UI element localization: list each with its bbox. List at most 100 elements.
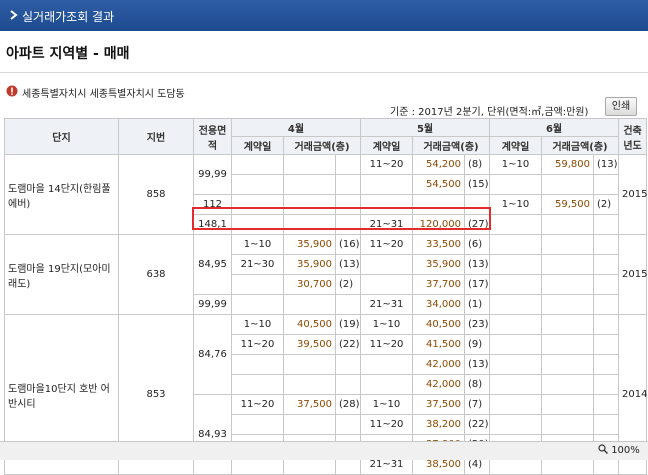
header-contract-day: 계약일 bbox=[360, 136, 414, 155]
june-day-cell: 1~10 bbox=[489, 194, 543, 215]
june-amount-cell bbox=[541, 394, 595, 415]
june-floor-cell bbox=[593, 174, 620, 195]
april-floor-cell: (13) bbox=[334, 254, 362, 275]
may-day-cell bbox=[360, 374, 414, 395]
june-floor-cell bbox=[593, 394, 620, 415]
header-amount: 거래금액(층) bbox=[412, 136, 491, 155]
april-amount-cell bbox=[283, 174, 336, 195]
june-amount-cell bbox=[541, 334, 595, 355]
header-lot: 지번 bbox=[118, 118, 194, 155]
may-amount-cell: 37,700 bbox=[412, 274, 466, 295]
may-amount-cell: 38,200 bbox=[412, 414, 466, 435]
window-titlebar: 실거래가조회 결과 bbox=[0, 0, 648, 31]
april-floor-cell: (22) bbox=[334, 334, 362, 355]
complex-name-cell: 도램마을 19단지(모아미래도) bbox=[4, 234, 119, 315]
april-amount-cell: 30,700 bbox=[283, 274, 336, 295]
june-amount-cell bbox=[541, 294, 595, 315]
april-day-cell bbox=[231, 154, 284, 175]
june-floor-cell bbox=[593, 294, 620, 315]
april-amount-cell: 35,900 bbox=[283, 234, 336, 255]
june-amount-cell bbox=[541, 314, 595, 335]
april-day-cell bbox=[231, 374, 284, 395]
april-day-cell bbox=[231, 414, 284, 435]
may-day-cell bbox=[360, 174, 414, 195]
may-day-cell: 11~20 bbox=[360, 234, 414, 255]
april-day-cell: 11~20 bbox=[231, 334, 284, 355]
june-day-cell bbox=[489, 174, 543, 195]
status-bar: 100% bbox=[0, 441, 648, 460]
may-amount-cell: 40,500 bbox=[412, 314, 466, 335]
june-amount-cell: 59,500 bbox=[541, 194, 595, 215]
april-day-cell bbox=[231, 354, 284, 375]
june-floor-cell bbox=[593, 214, 620, 235]
may-floor-cell: (17) bbox=[464, 274, 491, 295]
may-day-cell: 21~31 bbox=[360, 294, 414, 315]
may-floor-cell: (22) bbox=[464, 414, 491, 435]
may-floor-cell: (23) bbox=[464, 314, 491, 335]
zoom-control[interactable]: 100% bbox=[598, 444, 640, 456]
april-amount-cell bbox=[283, 414, 336, 435]
header-amount: 거래금액(층) bbox=[541, 136, 620, 155]
info-icon bbox=[6, 85, 18, 97]
april-amount-cell bbox=[283, 374, 336, 395]
area-cell: 99,99 bbox=[193, 154, 232, 195]
table-body: 도램마을 14단지(한림풀에버) 858 99,99 11~20 54,200 (8) 1~… bbox=[4, 154, 648, 475]
june-amount-cell bbox=[541, 214, 595, 235]
may-floor-cell: (9) bbox=[464, 334, 491, 355]
april-day-cell: 21~30 bbox=[231, 254, 284, 275]
may-day-cell: 11~20 bbox=[360, 334, 414, 355]
page-title: 아파트 지역별 - 매매 bbox=[6, 46, 130, 62]
criteria-text: 기준 : 2017년 2분기, 단위(면적:㎡,금액:만원) bbox=[390, 107, 589, 118]
april-amount-cell: 39,500 bbox=[283, 334, 336, 355]
print-button[interactable]: 인쇄 bbox=[605, 97, 637, 116]
transaction-table: 단지 지번 전용면적 4월 5월 6월 건축년도 계약일 거래금액(층) 계약일… bbox=[4, 118, 648, 475]
june-floor-cell bbox=[593, 374, 620, 395]
may-amount-cell: 54,500 bbox=[412, 174, 466, 195]
june-floor-cell: (2) bbox=[593, 194, 620, 215]
built-year-cell: 2015 bbox=[618, 234, 648, 315]
april-amount-cell: 40,500 bbox=[283, 314, 336, 335]
table-row: 도램마을 19단지(모아미래도) 638 84,95 1~10 35,900 (16) 11… bbox=[4, 234, 648, 315]
may-amount-cell: 42,000 bbox=[412, 374, 466, 395]
april-day-cell bbox=[231, 174, 284, 195]
june-day-cell bbox=[489, 254, 543, 275]
april-floor-cell bbox=[334, 174, 362, 195]
may-amount-cell: 37,500 bbox=[412, 394, 466, 415]
complex-name-cell: 도램마을 14단지(한림풀에버) bbox=[4, 154, 119, 235]
area-cell: 84,95 bbox=[193, 234, 232, 295]
april-day-cell bbox=[231, 274, 284, 295]
june-day-cell bbox=[489, 214, 543, 235]
region-info: 세종특별자치시 세종특별자치시 도담동 bbox=[6, 85, 306, 100]
june-amount-cell bbox=[541, 174, 595, 195]
june-floor-cell: (13) bbox=[593, 154, 620, 175]
table-row: 도램마을10단지 호반 어반시티 853 84,76 1~10 40,500 (19) 1~… bbox=[4, 314, 648, 475]
may-day-cell: 11~20 bbox=[360, 154, 414, 175]
may-amount-cell: 34,000 bbox=[412, 294, 466, 315]
april-day-cell: 11~20 bbox=[231, 394, 284, 415]
area-cell: 84,93 bbox=[193, 394, 232, 475]
header-area: 전용면적 bbox=[193, 118, 232, 155]
built-year-cell: 2015 bbox=[618, 154, 648, 235]
april-day-cell: 1~10 bbox=[231, 314, 284, 335]
may-floor-cell: (8) bbox=[464, 374, 491, 395]
june-amount-cell: 59,800 bbox=[541, 154, 595, 175]
may-floor-cell: (8) bbox=[464, 154, 491, 175]
may-floor-cell: (15) bbox=[464, 174, 491, 195]
area-cell: 99,99 bbox=[193, 294, 232, 315]
june-day-cell bbox=[489, 274, 543, 295]
may-amount-cell: 41,500 bbox=[412, 334, 466, 355]
may-floor-cell: (13) bbox=[464, 354, 491, 375]
june-floor-cell bbox=[593, 314, 620, 335]
window-title: 실거래가조회 결과 bbox=[22, 10, 115, 24]
may-floor-cell: (1) bbox=[464, 294, 491, 315]
april-floor-cell bbox=[334, 354, 362, 375]
zoom-icon bbox=[598, 444, 608, 454]
april-floor-cell: (2) bbox=[334, 274, 362, 295]
header-contract-day: 계약일 bbox=[489, 136, 543, 155]
april-amount-cell: 37,500 bbox=[283, 394, 336, 415]
june-day-cell bbox=[489, 414, 543, 435]
header-contract-day: 계약일 bbox=[231, 136, 284, 155]
header-april: 4월 bbox=[230, 118, 362, 137]
june-day-cell bbox=[489, 394, 543, 415]
april-day-cell: 1~10 bbox=[231, 234, 284, 255]
